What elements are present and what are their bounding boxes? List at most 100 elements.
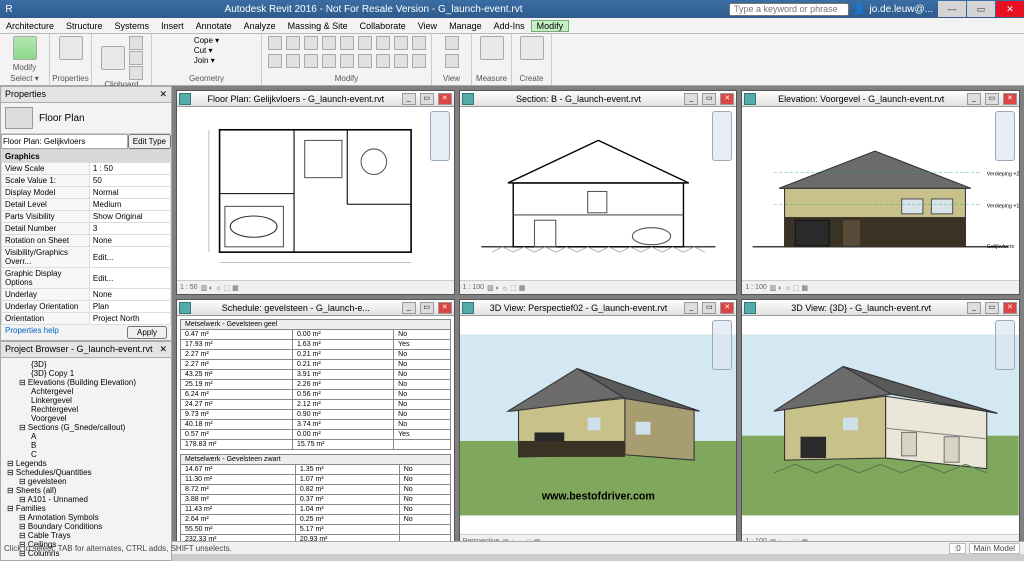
schedule-cell[interactable]: 0.90 m² (292, 410, 393, 420)
schedule-cell[interactable]: 0.21 m² (292, 350, 393, 360)
cope-button[interactable]: Cope ▾ (194, 36, 219, 45)
schedule-cell[interactable]: 178.83 m² (181, 440, 293, 450)
schedule-cell[interactable]: 1.35 m² (295, 465, 399, 475)
modify-tool-16[interactable] (394, 54, 408, 68)
schedule-cell[interactable]: No (394, 360, 451, 370)
tree-item[interactable]: Voorgevel (3, 414, 169, 423)
menu-systems[interactable]: Systems (109, 21, 156, 31)
tree-item[interactable]: ⊟ Boundary Conditions (3, 522, 169, 531)
view-floor-plan[interactable]: Floor Plan: Gelijkvloers - G_launch-even… (176, 90, 455, 295)
edit-type-button[interactable]: Edit Type (128, 134, 171, 149)
maximize-button[interactable]: ▭ (967, 1, 995, 17)
schedule-cell[interactable]: No (394, 330, 451, 340)
prop-value[interactable]: Edit... (89, 247, 170, 268)
modify-tool-5[interactable] (358, 36, 372, 50)
tree-item[interactable]: {3D} (3, 360, 169, 369)
modify-tool-0[interactable] (268, 36, 282, 50)
join-button[interactable]: Join ▾ (194, 56, 215, 65)
tree-item[interactable]: ⊟ A101 - Unnamed (3, 495, 169, 504)
modify-tool-7[interactable] (394, 36, 408, 50)
menu-structure[interactable]: Structure (60, 21, 109, 31)
schedule-cell[interactable]: 2.27 m² (181, 360, 293, 370)
view-icon2[interactable] (445, 54, 459, 68)
schedule-cell[interactable]: 24.27 m² (181, 400, 293, 410)
create-icon[interactable] (520, 36, 544, 60)
schedule-cell[interactable]: 14.67 m² (181, 465, 296, 475)
prop-value[interactable]: Plan (89, 301, 170, 313)
schedule-cell[interactable]: No (394, 380, 451, 390)
menu-massingsite[interactable]: Massing & Site (282, 21, 354, 31)
cut-icon[interactable] (129, 36, 143, 50)
schedule-cell[interactable]: 0.00 m² (292, 330, 393, 340)
menu-insert[interactable]: Insert (155, 21, 190, 31)
properties-icon[interactable] (59, 36, 83, 60)
tree-item[interactable]: ⊟ Sheets (all) (3, 486, 169, 495)
prop-value[interactable]: 3 (89, 223, 170, 235)
nav-bar[interactable] (430, 111, 450, 161)
tree-item[interactable]: ⊟ Schedules/Quantities (3, 468, 169, 477)
modify-tool-6[interactable] (376, 36, 390, 50)
schedule-cell[interactable]: 0.37 m² (295, 495, 399, 505)
schedule-cell[interactable]: 0.00 m² (292, 430, 393, 440)
schedule-cell[interactable]: 1.07 m² (295, 475, 399, 485)
schedule-cell[interactable] (399, 525, 450, 535)
schedule-cell[interactable]: 8.72 m² (181, 485, 296, 495)
modify-tool-4[interactable] (340, 36, 354, 50)
schedule-cell[interactable]: No (399, 495, 450, 505)
modify-tool-11[interactable] (304, 54, 318, 68)
prop-value[interactable]: None (89, 289, 170, 301)
tree-item[interactable]: ⊟ Cable Trays (3, 531, 169, 540)
schedule-cell[interactable]: 3.74 m² (292, 420, 393, 430)
tree-item[interactable]: Rechtergevel (3, 405, 169, 414)
schedule-cell[interactable]: 2.26 m² (292, 380, 393, 390)
tree-item[interactable]: B (3, 441, 169, 450)
view-section[interactable]: Section: B - G_launch-event.rvt_▭✕ 1 : 1… (459, 90, 738, 295)
schedule-cell[interactable]: No (399, 505, 450, 515)
nav-bar[interactable] (712, 320, 732, 370)
tree-item[interactable]: ⊟ Sections (G_Snede/callout) (3, 423, 169, 432)
schedule-cell[interactable]: 11.30 m² (181, 475, 296, 485)
schedule-cell[interactable]: No (394, 420, 451, 430)
tree-item[interactable]: ⊟ Elevations (Building Elevation) (3, 378, 169, 387)
menu-annotate[interactable]: Annotate (190, 21, 238, 31)
schedule-cell[interactable]: Yes (394, 340, 451, 350)
schedule-cell[interactable]: No (394, 370, 451, 380)
prop-value[interactable]: 1 : 50 (89, 163, 170, 175)
schedule-cell[interactable]: 17.93 m² (181, 340, 293, 350)
schedule-cell[interactable]: 2.64 m² (181, 515, 296, 525)
schedule-cell[interactable]: No (399, 465, 450, 475)
view-close-button[interactable]: ✕ (438, 93, 452, 105)
copy-icon[interactable] (129, 51, 143, 65)
modify-tool-2[interactable] (304, 36, 318, 50)
search-input[interactable] (729, 3, 849, 16)
modify-tool-17[interactable] (412, 54, 426, 68)
prop-value[interactable]: None (89, 235, 170, 247)
schedule-cell[interactable]: 5.17 m² (295, 525, 399, 535)
modify-tool-9[interactable] (268, 54, 282, 68)
schedule-cell[interactable]: No (394, 400, 451, 410)
modify-tool-15[interactable] (376, 54, 390, 68)
schedule-cell[interactable] (399, 535, 450, 541)
schedule-cell[interactable]: 2.12 m² (292, 400, 393, 410)
modify-tool-8[interactable] (412, 36, 426, 50)
schedule-cell[interactable]: 1.04 m² (295, 505, 399, 515)
schedule-cell[interactable]: 2.27 m² (181, 350, 293, 360)
menu-view[interactable]: View (412, 21, 443, 31)
schedule-cell[interactable]: 20.93 m² (295, 535, 399, 541)
modify-tool-14[interactable] (358, 54, 372, 68)
view-perspective[interactable]: 3D View: Perspectief02 - G_launch-event.… (459, 299, 738, 541)
modify-tool-13[interactable] (340, 54, 354, 68)
schedule-cell[interactable]: 40.18 m² (181, 420, 293, 430)
tree-item[interactable]: {3D} Copy 1 (3, 369, 169, 378)
properties-close-icon[interactable]: ✕ (159, 89, 167, 100)
schedule-cell[interactable]: 3.91 m² (292, 370, 393, 380)
prop-value[interactable]: Medium (89, 199, 170, 211)
schedule-cell[interactable]: 0.25 m² (295, 515, 399, 525)
menu-collaborate[interactable]: Collaborate (354, 21, 412, 31)
view-schedule[interactable]: Schedule: gevelsteen - G_launch-e..._▭✕ … (176, 299, 455, 541)
type-name[interactable]: Floor Plan (39, 113, 85, 124)
menu-manage[interactable]: Manage (443, 21, 488, 31)
measure-icon[interactable] (480, 36, 504, 60)
schedule-cell[interactable]: 0.21 m² (292, 360, 393, 370)
view-icon[interactable] (445, 36, 459, 50)
